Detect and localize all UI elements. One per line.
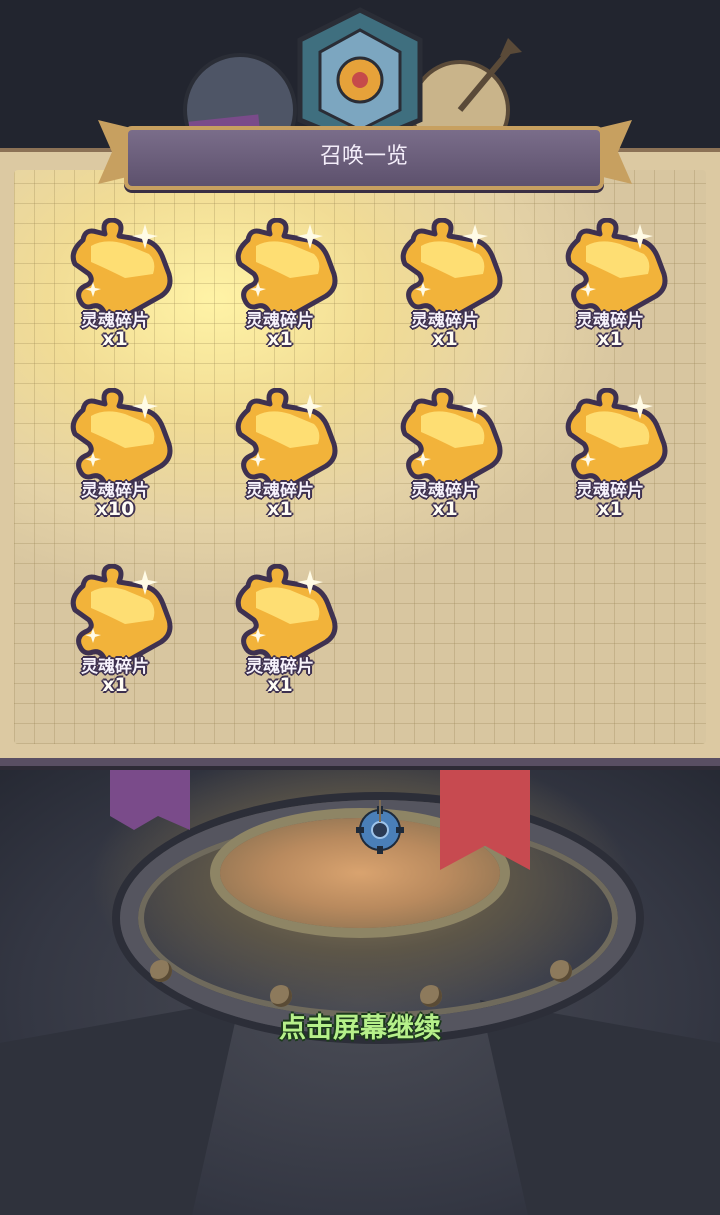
rivet — [150, 960, 172, 982]
tap-to-continue-hint[interactable]: 点击屏幕继续 — [0, 1006, 720, 1045]
reward-item[interactable]: 灵魂碎片 x1 — [540, 388, 680, 528]
reward-item[interactable]: 灵魂碎片 x1 — [210, 218, 350, 358]
reward-item-count: x1 — [267, 498, 293, 520]
reward-item[interactable]: 灵魂碎片 x1 — [210, 388, 350, 528]
reward-item-count: x10 — [95, 498, 135, 520]
reward-item[interactable]: 灵魂碎片 x1 — [540, 218, 680, 358]
gear-icon — [356, 800, 404, 854]
reward-item[interactable]: 灵魂碎片 x1 — [375, 218, 515, 358]
panel-title: 召唤一览 — [319, 144, 408, 169]
reward-item[interactable]: 灵魂碎片 x1 — [45, 218, 185, 358]
reward-item-count: x1 — [597, 498, 623, 520]
reward-item[interactable]: 灵魂碎片 x1 — [375, 388, 515, 528]
reward-item-count: x1 — [432, 498, 458, 520]
reward-item-count: x1 — [102, 328, 128, 350]
reward-item[interactable]: 灵魂碎片 x1 — [45, 564, 185, 704]
rivet — [550, 960, 572, 982]
reward-item-count: x1 — [102, 674, 128, 696]
reward-item-count: x1 — [267, 674, 293, 696]
reward-item-count: x1 — [267, 328, 293, 350]
rivet — [420, 985, 442, 1007]
reward-item[interactable]: 灵魂碎片 x1 — [210, 564, 350, 704]
reward-item-count: x1 — [432, 328, 458, 350]
reward-item-count: x1 — [597, 328, 623, 350]
reward-item[interactable]: 灵魂碎片 x10 — [45, 388, 185, 528]
rivet — [270, 985, 292, 1007]
hanging-banner — [110, 760, 190, 830]
